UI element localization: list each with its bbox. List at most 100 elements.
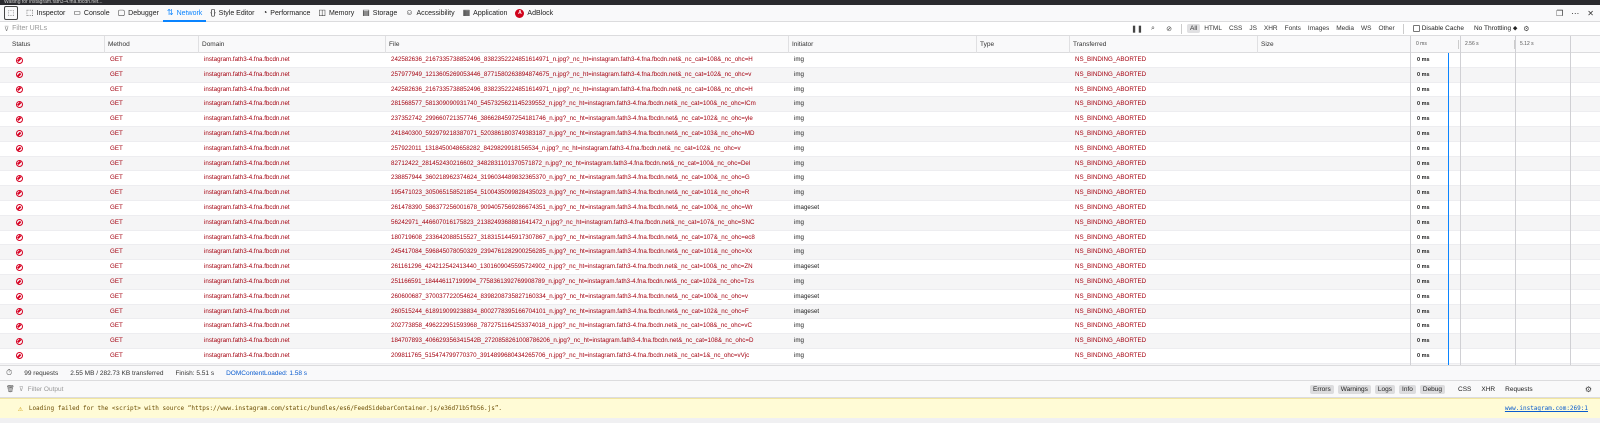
- tab-debugger[interactable]: ▢ Debugger: [114, 5, 163, 22]
- console-filter-errors[interactable]: Errors: [1310, 384, 1334, 394]
- column-type[interactable]: Type: [976, 36, 994, 53]
- tab-storage[interactable]: ▤ Storage: [358, 5, 401, 22]
- type-filter-all[interactable]: All: [1187, 24, 1201, 33]
- clear-icon[interactable]: ⊘: [1162, 25, 1176, 33]
- console-filter-requests[interactable]: Requests: [1502, 385, 1535, 394]
- console-input-strip[interactable]: [0, 418, 1600, 423]
- throttling-select[interactable]: No Throttling ⬥: [1474, 25, 1517, 33]
- table-row[interactable]: GET instagram.fath3-4.fna.fbcdn.net 562429…: [0, 215, 1600, 231]
- column-status[interactable]: Status: [9, 36, 30, 53]
- table-row[interactable]: GET instagram.fath3-4.fna.fbcdn.net 827124…: [0, 156, 1600, 172]
- adblock-icon: A: [515, 8, 525, 18]
- table-row[interactable]: GET instagram.fath3-4.fna.fbcdn.net 257977…: [0, 67, 1600, 83]
- finish-time: Finish: 5.51 s: [175, 369, 215, 377]
- disable-cache-toggle[interactable]: Disable Cache: [1412, 25, 1464, 32]
- table-row[interactable]: GET instagram.fath3-4.fna.fbcdn.net 257922…: [0, 142, 1600, 157]
- cell-domain: instagram.fath3-4.fna.fbcdn.net: [204, 70, 290, 78]
- tab-accessibility[interactable]: ☺ Accessibility: [401, 5, 458, 22]
- table-row[interactable]: GET instagram.fath3-4.fna.fbcdn.net 242582…: [0, 83, 1600, 98]
- disable-cache-checkbox[interactable]: [1412, 25, 1420, 32]
- type-filter-media[interactable]: Media: [1333, 24, 1357, 33]
- filter-urls[interactable]: ⊽ Filter URLs: [0, 25, 1130, 33]
- waterfall-header[interactable]: 0 ms 2.56 s 5.12 s: [1410, 36, 1600, 53]
- console-filter-xhr[interactable]: XHR: [1478, 385, 1498, 394]
- column-initiator[interactable]: Initiator: [788, 36, 813, 53]
- tab-application[interactable]: ▦ Application: [459, 5, 512, 22]
- table-row[interactable]: GET instagram.fath3-4.fna.fbcdn.net 202773…: [0, 319, 1600, 335]
- table-row[interactable]: GET instagram.fath3-4.fna.fbcdn.net 195471…: [0, 186, 1600, 201]
- console-filter-css[interactable]: CSS: [1455, 385, 1474, 394]
- cell-method: GET: [110, 189, 123, 197]
- cell-file: 184707893_406629356341542B_2720858261008…: [391, 337, 754, 345]
- settings-gear-icon[interactable]: ⚙: [1519, 25, 1533, 33]
- cell-initiator: img: [794, 174, 804, 182]
- console-settings-gear-icon[interactable]: ⚙: [1585, 385, 1592, 394]
- table-row[interactable]: GET instagram.fath3-4.fna.fbcdn.net 238857…: [0, 171, 1600, 187]
- table-row[interactable]: GET instagram.fath3-4.fna.fbcdn.net 261161…: [0, 260, 1600, 275]
- console-level-filters: Errors Warnings Logs Info Debug CSS XHR Request…: [1310, 384, 1536, 394]
- type-filter-xhr[interactable]: XHR: [1261, 24, 1281, 33]
- tab-adblock[interactable]: A AdBlock: [511, 5, 557, 22]
- table-row[interactable]: GET instagram.fath3-4.fna.fbcdn.net 180719…: [0, 231, 1600, 246]
- cell-transferred: NS_BINDING_ABORTED: [1075, 129, 1147, 137]
- warning-source-link[interactable]: www.instagram.com:269:1: [1505, 405, 1588, 412]
- cell-transferred: NS_BINDING_ABORTED: [1075, 159, 1147, 167]
- trash-icon[interactable]: 🗑: [6, 385, 15, 393]
- tab-performance[interactable]: ◔ Performance: [258, 5, 314, 22]
- tab-inspector[interactable]: ⬚ Inspector: [22, 5, 69, 22]
- tab-console[interactable]: ▭ Console: [69, 5, 113, 22]
- close-icon[interactable]: ✕: [1587, 9, 1594, 18]
- cell-method: GET: [110, 144, 123, 152]
- blocked-status-icon: [16, 100, 23, 108]
- console-filter-debug[interactable]: Debug: [1419, 384, 1446, 394]
- table-row[interactable]: GET instagram.fath3-4.fna.fbcdn.net 241840…: [0, 126, 1600, 142]
- table-row[interactable]: GET instagram.fath3-4.fna.fbcdn.net 260515…: [0, 304, 1600, 320]
- performance-analysis-icon[interactable]: ⏱: [6, 368, 12, 378]
- table-row[interactable]: GET instagram.fath3-4.fna.fbcdn.net 209811…: [0, 349, 1600, 364]
- console-filter-logs[interactable]: Logs: [1374, 384, 1396, 394]
- blocked-status-icon: [16, 145, 23, 153]
- table-row[interactable]: GET instagram.fath3-4.fna.fbcdn.net 237352…: [0, 112, 1600, 127]
- waterfall-time: 0 ms: [1417, 190, 1430, 197]
- type-filter-html[interactable]: HTML: [1201, 24, 1225, 33]
- type-filter-css[interactable]: CSS: [1226, 24, 1245, 33]
- element-picker-icon[interactable]: ⬚: [4, 6, 18, 20]
- type-filter-ws[interactable]: WS: [1358, 24, 1374, 33]
- type-filter-js[interactable]: JS: [1246, 24, 1260, 33]
- tab-label: Network: [176, 9, 203, 17]
- dock-icon[interactable]: ❐: [1556, 9, 1563, 18]
- more-options-icon[interactable]: ⋯: [1571, 9, 1579, 18]
- cell-method: GET: [110, 248, 123, 256]
- table-row[interactable]: GET instagram.fath3-4.fna.fbcdn.net 260600…: [0, 290, 1600, 305]
- filter-urls-input[interactable]: Filter URLs: [12, 25, 47, 32]
- tab-memory[interactable]: ◫ Memory: [314, 5, 358, 22]
- pause-icon[interactable]: ❚❚: [1130, 25, 1144, 33]
- table-row[interactable]: GET instagram.fath3-4.fna.fbcdn.net 251166…: [0, 274, 1600, 290]
- cell-domain: instagram.fath3-4.fna.fbcdn.net: [204, 263, 290, 271]
- type-filter-other[interactable]: Other: [1375, 24, 1397, 33]
- column-size[interactable]: Size: [1257, 36, 1274, 53]
- table-row[interactable]: GET instagram.fath3-4.fna.fbcdn.net 261478…: [0, 201, 1600, 216]
- cell-domain: instagram.fath3-4.fna.fbcdn.net: [204, 337, 290, 345]
- column-method[interactable]: Method: [104, 36, 130, 53]
- table-row[interactable]: GET instagram.fath3-4.fna.fbcdn.net 245417…: [0, 245, 1600, 261]
- search-icon[interactable]: ⌕: [1146, 25, 1160, 33]
- type-filter-fonts[interactable]: Fonts: [1282, 24, 1304, 33]
- type-filters: All HTML CSS JS XHR Fonts Images Media WS Other: [1187, 24, 1398, 33]
- cell-file: 261161296_424212542413440_13016090455957…: [391, 263, 753, 271]
- table-row[interactable]: GET instagram.fath3-4.fna.fbcdn.net 242582…: [0, 53, 1600, 68]
- tab-network[interactable]: ⇅ Network: [163, 5, 206, 22]
- console-filter[interactable]: 🗑 ⊽ Filter Output: [0, 385, 1310, 394]
- column-file[interactable]: File: [385, 36, 399, 53]
- column-domain[interactable]: Domain: [198, 36, 224, 53]
- column-transferred[interactable]: Transferred: [1069, 36, 1106, 53]
- filter-output-input[interactable]: Filter Output: [28, 386, 64, 393]
- console-filter-info[interactable]: Info: [1399, 384, 1416, 394]
- type-filter-images[interactable]: Images: [1305, 24, 1332, 33]
- cell-file: 245417084_596845078050329_23947612829002…: [391, 248, 753, 256]
- table-row[interactable]: GET instagram.fath3-4.fna.fbcdn.net 281568…: [0, 97, 1600, 113]
- console-filter-warnings[interactable]: Warnings: [1337, 384, 1371, 394]
- tab-style-editor[interactable]: {} Style Editor: [206, 5, 258, 22]
- cell-method: GET: [110, 263, 123, 271]
- table-row[interactable]: GET instagram.fath3-4.fna.fbcdn.net 184707…: [0, 334, 1600, 349]
